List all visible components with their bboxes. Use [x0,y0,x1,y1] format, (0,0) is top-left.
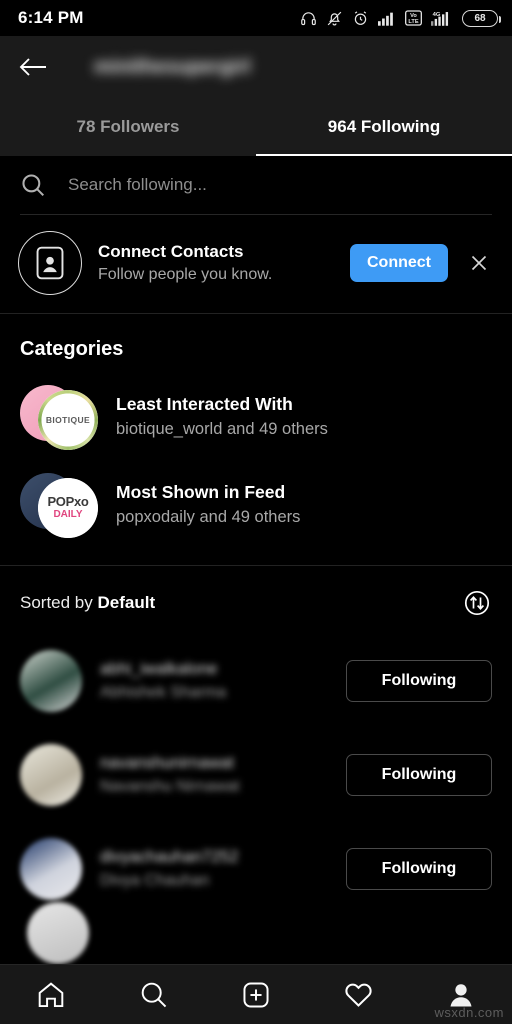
back-arrow-icon [19,58,46,76]
header-top-bar: minithesupergirl [0,36,512,98]
avatar [20,838,82,900]
connect-contacts-title: Connect Contacts [98,242,244,261]
search-icon [141,982,166,1007]
tab-following[interactable]: 964 Following [256,98,512,156]
avatar [20,650,82,712]
sort-label: Sorted by Default [20,593,155,613]
sort-value: Default [97,593,156,612]
sort-arrows-icon [464,590,490,616]
nav-search[interactable] [122,969,186,1021]
signal-4g-icon: 4G [431,12,449,26]
dismiss-connect-button[interactable] [464,253,494,273]
sort-button[interactable] [462,588,492,618]
following-list-item[interactable]: abhi_iwalkalone Abhishek Sharma Followin… [0,634,512,728]
following-fullname: Navanshu Nirnawat [100,778,240,795]
search-section: Search following... [0,156,512,215]
notifications-muted-icon [327,11,342,25]
status-bar-icons: Vo LTE 4G 68 [300,9,501,27]
following-list-item[interactable]: navanshunirnawat Navanshu Nirnawat Follo… [0,728,512,822]
following-user-text: divyachauhan7252 Divya Chauhan [100,848,328,890]
volte-icon: Vo LTE [405,10,422,26]
connect-contacts-text: Connect Contacts Follow people you know. [98,242,334,284]
profile-header: minithesupergirl 78 Followers 964 Follow… [0,36,512,156]
status-bar: 6:14 PM Vo LTE 4G 68 [0,0,512,36]
battery-level: 68 [474,12,486,24]
category-subtitle: popxodaily and 49 others [116,507,301,526]
category-least-interacted[interactable]: BIOTIQUE Least Interacted With biotique_… [0,375,512,463]
profile-icon [450,983,472,1007]
nav-home[interactable] [19,969,83,1021]
following-username: navanshunirnawat [100,754,234,772]
avatar [20,744,82,806]
categories-heading: Categories [20,338,124,360]
following-button[interactable]: Following [346,754,492,796]
category-avatar-front: POPxo DAILY [38,478,98,538]
sort-prefix: Sorted by [20,593,93,612]
following-user-text: abhi_iwalkalone Abhishek Sharma [100,660,328,702]
category-subtitle: biotique_world and 49 others [116,419,328,438]
bottom-navigation-bar [0,964,512,1024]
svg-text:LTE: LTE [408,19,418,25]
category-most-shown[interactable]: POPxo DAILY Most Shown in Feed popxodail… [0,463,512,551]
nav-activity[interactable] [326,969,390,1021]
headphones-icon [301,11,316,25]
biotique-logo-icon: BIOTIQUE [38,390,98,450]
connect-contacts-card: Connect Contacts Follow people you know.… [0,215,512,313]
connect-button[interactable]: Connect [350,244,448,282]
alarm-icon [354,10,367,25]
following-fullname: Abhishek Sharma [100,684,227,701]
battery-icon: 68 [462,9,501,27]
search-input[interactable]: Search following... [68,175,207,195]
instagram-following-screen: 6:14 PM Vo LTE 4G 68 minithesupergirl 78… [0,0,512,1024]
category-avatar-group: BIOTIQUE [20,383,98,450]
back-button[interactable] [18,50,52,84]
category-text: Most Shown in Feed popxodaily and 49 oth… [116,482,300,527]
tab-followers[interactable]: 78 Followers [0,98,256,156]
biotique-label: BIOTIQUE [45,415,91,425]
followers-following-tabs: 78 Followers 964 Following [0,98,512,156]
category-title: Least Interacted With [116,393,293,414]
main-content: Search following... Connect Contacts Fol… [0,156,512,964]
home-icon [38,981,64,1007]
search-bar[interactable]: Search following... [20,156,492,214]
category-title: Most Shown in Feed [116,481,286,502]
signal-bars-icon [378,12,393,26]
category-text: Least Interacted With biotique_world and… [116,394,328,439]
category-avatar-group: POPxo DAILY [20,471,98,538]
following-button[interactable]: Following [346,848,492,890]
connect-contacts-subtitle: Follow people you know. [98,266,273,283]
search-icon [22,174,45,197]
following-username: abhi_iwalkalone [100,660,218,678]
sort-row: Sorted by Default [0,566,512,634]
following-username: divyachauhan7252 [100,848,239,866]
profile-username: minithesupergirl [94,55,251,78]
nav-add-post[interactable] [224,969,288,1021]
avatar-partial-next-row [27,902,89,964]
contact-card-glyph [36,246,64,280]
following-fullname: Divya Chauhan [100,872,210,889]
popxo-label-bottom: DAILY [53,509,83,520]
following-list-item[interactable]: divyachauhan7252 Divya Chauhan Following [0,822,512,916]
status-bar-time: 6:14 PM [18,8,84,27]
following-button[interactable]: Following [346,660,492,702]
close-icon [471,255,487,271]
following-user-text: navanshunirnawat Navanshu Nirnawat [100,754,328,796]
popxo-label-top: POPxo [47,494,89,509]
category-avatar-front: BIOTIQUE [38,390,98,450]
add-post-icon [243,981,269,1008]
heart-icon [345,983,372,1007]
contact-card-icon [18,231,82,295]
popxo-logo-icon: POPxo DAILY [38,478,98,538]
nav-profile[interactable] [429,969,493,1021]
